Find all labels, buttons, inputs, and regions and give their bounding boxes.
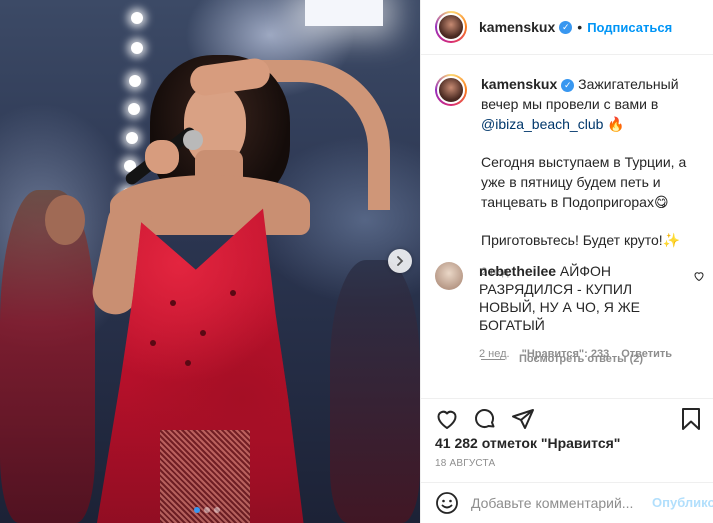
- yum-emoji: 😋: [653, 194, 669, 210]
- dress-detail: [230, 290, 236, 296]
- header-username[interactable]: kamenskux: [479, 19, 555, 35]
- publish-button[interactable]: Опубликовать: [652, 495, 713, 510]
- view-replies-button[interactable]: Посмотреть ответы (2): [481, 353, 643, 365]
- post-sidebar: kamenskux ✓ • Подписаться kamenskux ✓ Заж…: [420, 0, 713, 523]
- stage-light: [131, 12, 143, 24]
- heart-icon[interactable]: [435, 407, 459, 431]
- dress-detail: [200, 330, 206, 336]
- background-dancer: [330, 260, 420, 523]
- comments-list[interactable]: kamenskux ✓ Зажигательный вечер мы провел…: [421, 56, 713, 398]
- fire-emoji: 🔥: [607, 116, 625, 132]
- dress-detail: [150, 340, 156, 346]
- stage-light: [131, 42, 143, 54]
- dress-detail: [185, 360, 191, 366]
- post-photo[interactable]: [0, 0, 420, 523]
- follow-button[interactable]: Подписаться: [587, 20, 672, 35]
- separator-dot: •: [577, 19, 583, 35]
- stage-light: [128, 103, 140, 115]
- likes-count[interactable]: 41 282 отметок "Нравится": [435, 435, 620, 451]
- caption-paragraph-3: Приготовьтесь! Будет круто!: [481, 232, 663, 248]
- stage-spotlight: [305, 0, 383, 26]
- avatar[interactable]: [435, 11, 467, 43]
- next-photo-button[interactable]: [388, 249, 412, 273]
- heart-icon[interactable]: [693, 270, 705, 282]
- chevron-right-icon: [395, 256, 405, 266]
- background-dancer: [0, 190, 95, 523]
- avatar[interactable]: [435, 74, 467, 106]
- divider: [481, 358, 505, 360]
- post-header: kamenskux ✓ • Подписаться: [421, 0, 713, 55]
- sparkles-emoji: ✨: [662, 232, 681, 248]
- comment-icon[interactable]: [473, 407, 497, 431]
- dress-detail: [170, 300, 176, 306]
- stage-light: [126, 132, 138, 144]
- comment-username[interactable]: nebetheilee: [479, 263, 556, 279]
- post-date[interactable]: 18 АВГУСТА: [435, 458, 495, 469]
- carousel-dot: [204, 507, 210, 513]
- dancer-head: [45, 195, 85, 245]
- share-icon[interactable]: [511, 407, 535, 431]
- bookmark-icon[interactable]: [680, 407, 702, 431]
- view-replies-label: Посмотреть ответы (2): [519, 353, 644, 365]
- singer-hand: [145, 140, 179, 174]
- verified-icon: ✓: [559, 20, 573, 34]
- caption-text: kamenskux ✓ Зажигательный вечер мы провел…: [481, 74, 706, 282]
- stage-light: [129, 75, 141, 87]
- smile-icon[interactable]: [435, 491, 459, 515]
- comment: nebetheilee АЙФОН РАЗРЯДИЛСЯ - КУПИЛ НОВ…: [435, 262, 705, 363]
- carousel-dot: [194, 507, 200, 513]
- caption: kamenskux ✓ Зажигательный вечер мы провел…: [435, 74, 706, 282]
- add-comment-bar: Опубликовать: [421, 482, 713, 522]
- carousel-dot: [214, 507, 220, 513]
- mention-link[interactable]: @ibiza_beach_club: [481, 116, 603, 132]
- caption-username[interactable]: kamenskux: [481, 76, 557, 92]
- verified-icon: ✓: [561, 78, 575, 92]
- microphone-head: [183, 130, 203, 150]
- post-actions: 41 282 отметок "Нравится" 18 АВГУСТА Опу…: [421, 398, 713, 523]
- carousel-dots: [194, 507, 220, 513]
- comment-input[interactable]: [471, 494, 652, 511]
- avatar[interactable]: [435, 262, 463, 290]
